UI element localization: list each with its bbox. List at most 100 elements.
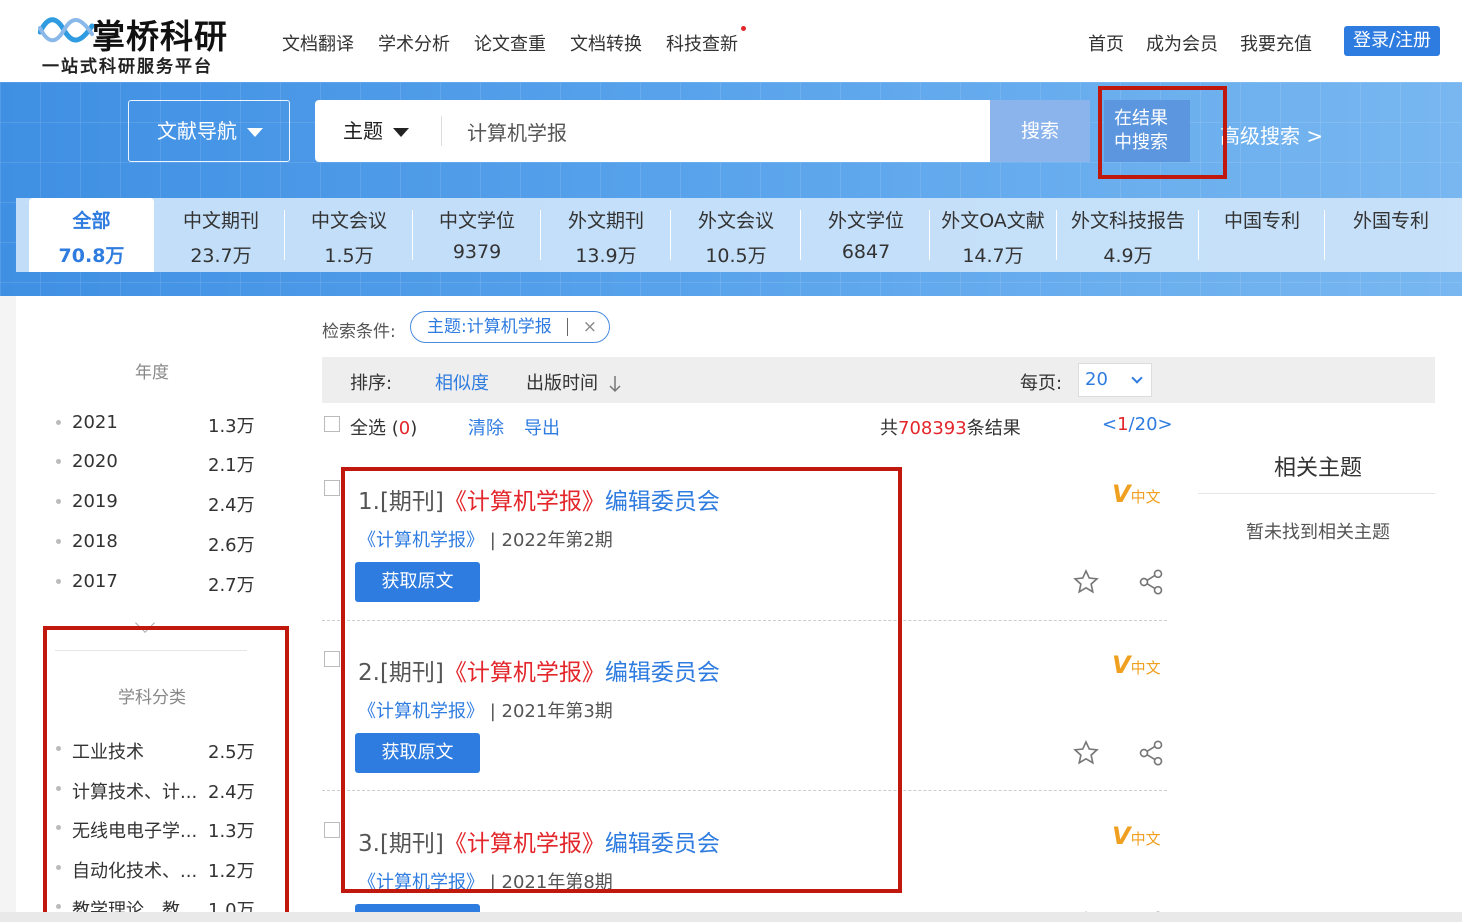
tab-foreign-journal[interactable]: 外文期刊 13.9万: [542, 198, 670, 272]
nav-analysis[interactable]: 学术分析: [378, 30, 450, 56]
select-all-checkbox[interactable]: [324, 416, 340, 432]
divider: [567, 318, 568, 336]
tab-foreign-conference[interactable]: 外文会议 10.5万: [672, 198, 800, 272]
star-icon[interactable]: [1072, 568, 1100, 596]
literature-nav-button[interactable]: 文献导航: [128, 100, 290, 162]
nav-convert[interactable]: 文档转换: [570, 30, 642, 56]
chinese-badge: V中文: [1112, 651, 1161, 679]
tab-count: 4.9万: [1103, 245, 1153, 267]
search-conditions-label: 检索条件:: [322, 322, 396, 342]
advanced-search-link[interactable]: 高级搜索 >: [1220, 120, 1323, 149]
per-page-select[interactable]: 20: [1078, 363, 1152, 397]
chevron-down-icon: [1131, 372, 1143, 384]
year-count: 2.1万: [208, 455, 255, 476]
total-suffix: 条结果: [966, 418, 1021, 439]
result-checkbox[interactable]: [324, 651, 340, 667]
search-box: 主题: [315, 100, 991, 162]
pager-next[interactable]: >: [1158, 414, 1173, 435]
tab-count: 23.7万: [190, 245, 252, 267]
pager-total: 20: [1134, 414, 1158, 435]
badge-v-icon: V: [1112, 480, 1131, 508]
tab-label: 外文会议: [697, 210, 774, 232]
tab-cn-conference[interactable]: 中文会议 1.5万: [286, 198, 412, 272]
pager-current: 1: [1117, 414, 1129, 435]
annotation-box: [341, 467, 902, 893]
top-header: 掌桥科研 一站式科研服务平台 文档翻译 学术分析 论文查重 文档转换 科技查新 …: [0, 0, 1462, 82]
badge-lang: 中文: [1130, 659, 1161, 677]
share-icon[interactable]: [1137, 739, 1165, 767]
tab-cn-degree[interactable]: 中文学位 9379: [414, 198, 540, 272]
badge-v-icon: V: [1112, 651, 1131, 679]
select-all-label[interactable]: 全选 (0): [350, 414, 417, 440]
tab-all[interactable]: 全部 70.8万: [29, 198, 154, 272]
nav-translate[interactable]: 文档翻译: [282, 30, 354, 56]
dropdown-icon: [393, 128, 409, 137]
close-icon[interactable]: ×: [583, 312, 597, 342]
chinese-badge: V中文: [1112, 822, 1161, 850]
annotation-box: [1098, 86, 1227, 179]
dropdown-icon: [247, 128, 263, 137]
tab-label: 外文期刊: [567, 210, 644, 232]
tab-count: 1.5万: [324, 245, 374, 267]
tab-cn-journal[interactable]: 中文期刊 23.7万: [158, 198, 284, 272]
sort-label: 排序:: [350, 373, 393, 394]
site-logo[interactable]: 掌桥科研 一站式科研服务平台: [38, 8, 238, 77]
login-register-button[interactable]: 登录/注册: [1344, 26, 1440, 56]
nav-novelty[interactable]: 科技查新: [666, 26, 746, 56]
year-count: 1.3万: [208, 416, 255, 437]
tab-divider: [412, 210, 413, 260]
condition-tag[interactable]: 主题:计算机学报 ×: [410, 311, 610, 343]
nav-plagiarism[interactable]: 论文查重: [474, 30, 546, 56]
sort-down-icon: [609, 376, 621, 393]
related-topics-title: 相关主题: [1273, 456, 1362, 481]
sort-pubtime[interactable]: 出版时间: [526, 369, 622, 395]
export-button[interactable]: 导出: [524, 414, 560, 440]
tab-foreign-patent[interactable]: 外国专利: [1326, 198, 1456, 272]
sort-relevance[interactable]: 相似度: [435, 369, 489, 395]
search-type-label: 主题: [343, 119, 383, 143]
badge-lang: 中文: [1130, 830, 1161, 848]
literature-nav-label: 文献导航: [157, 119, 237, 143]
badge-lang: 中文: [1130, 488, 1161, 506]
tab-foreign-report[interactable]: 外文科技报告 4.9万: [1058, 198, 1198, 272]
search-type-select[interactable]: 主题: [343, 100, 409, 162]
clear-button[interactable]: 清除: [468, 414, 504, 440]
related-topics-empty: 暂未找到相关主题: [1246, 522, 1390, 543]
tab-label: 外文OA文献: [941, 210, 1045, 232]
star-icon[interactable]: [1072, 739, 1100, 767]
bullet-icon: [56, 459, 61, 464]
tab-divider: [540, 210, 541, 260]
tab-foreign-degree[interactable]: 外文学位 6847: [802, 198, 930, 272]
year-label: 2021: [72, 412, 118, 433]
result-checkbox[interactable]: [324, 822, 340, 838]
divider: [1198, 493, 1435, 494]
year-count: 2.7万: [208, 575, 255, 596]
total-results: 共708393条结果: [880, 414, 1021, 440]
pager-prev[interactable]: <: [1102, 414, 1117, 435]
tab-count: 10.5万: [705, 245, 767, 267]
tab-label: 中文会议: [310, 210, 387, 232]
tab-cn-patent[interactable]: 中国专利: [1200, 198, 1324, 272]
nav-home[interactable]: 首页: [1088, 30, 1124, 56]
search-button[interactable]: 搜索: [990, 100, 1090, 162]
bullet-icon: [56, 579, 61, 584]
count-close: ): [410, 418, 418, 439]
search-banner: 文献导航 主题 搜索 在结果 中搜索 高级搜索 > 全部70.8万 中文期刊23…: [0, 82, 1462, 296]
logo-title: 掌桥科研: [92, 17, 228, 56]
divider: [441, 116, 442, 146]
tab-foreign-oa[interactable]: 外文OA文献 14.7万: [930, 198, 1056, 272]
tab-count: 13.9万: [575, 245, 637, 267]
share-icon[interactable]: [1137, 568, 1165, 596]
search-input[interactable]: [465, 112, 965, 150]
total-prefix: 共: [880, 418, 898, 439]
tab-label: 全部: [72, 210, 111, 232]
year-label: 2017: [72, 571, 118, 592]
tab-label: 中国专利: [1223, 210, 1300, 232]
pager: <1/20>: [1102, 414, 1173, 435]
per-page-label: 每页:: [1020, 373, 1063, 394]
nav-recharge[interactable]: 我要充值: [1240, 30, 1312, 56]
nav-membership[interactable]: 成为会员: [1146, 30, 1218, 56]
year-label: 2019: [72, 491, 118, 512]
result-checkbox[interactable]: [324, 480, 340, 496]
year-label: 2018: [72, 531, 118, 552]
